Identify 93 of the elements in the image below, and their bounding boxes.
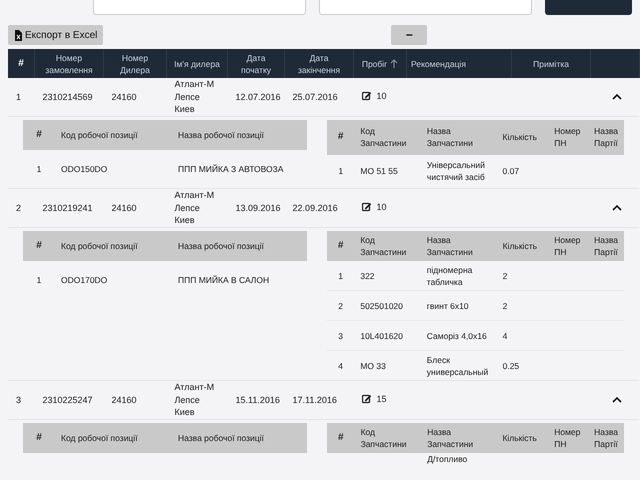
collapse-button[interactable]: − [391, 25, 428, 45]
table-cell: Атлант-М Лепсе Киев [166, 78, 228, 116]
mileage-value: 15 [376, 392, 387, 406]
column-header: Код Запчастини [354, 120, 421, 155]
table-cell: 1 [327, 261, 354, 290]
table-cell: 322 [354, 261, 421, 290]
table-cell: 2310214569 [34, 78, 104, 116]
file-icon [14, 30, 22, 40]
column-header: Назва Запчастини [421, 423, 496, 453]
column-header: Код Запчастини [354, 231, 421, 261]
table-cell: 17.11.2016 [284, 381, 354, 420]
table-cell: 0.07 [496, 154, 548, 188]
column-header: Назва робочої позиції [172, 423, 307, 453]
column-header: Номер ПН [548, 231, 588, 261]
column-header[interactable]: Дата початку [228, 49, 285, 78]
table-cell: 2 [327, 290, 354, 320]
column-header: Кількість [496, 423, 548, 453]
column-header: Назва робочої позиції [172, 231, 307, 261]
column-header[interactable]: Ім'я дилера [166, 49, 228, 78]
table-cell: Саморіз 4,0x16 [420, 320, 497, 350]
table-cell: ODO150DO [55, 150, 172, 188]
table-cell: ODO170DO [55, 261, 172, 299]
table-cell: 15.11.2016 [228, 381, 285, 420]
column-header: Назва Запчастини [420, 231, 497, 261]
table-cell: 24160 [104, 189, 166, 228]
column-header[interactable]: Номер Дилера [104, 49, 166, 78]
table-cell: 4 [496, 320, 548, 350]
column-header: # [327, 231, 354, 261]
column-header: Код робочої позиції [55, 120, 172, 150]
table-cell: 1 [23, 150, 55, 188]
table-cell: 25.07.2016 [284, 78, 354, 116]
table-cell: 0.25 [496, 350, 548, 380]
table-cell: 10L401620 [354, 320, 421, 350]
table-cell: 2310219241 [34, 189, 104, 228]
table-cell: 12.07.2016 [228, 78, 285, 116]
column-header: # [23, 231, 55, 261]
table-cell: Атлант-М Лепсе Киев [166, 381, 228, 420]
table-cell: 24160 [104, 78, 166, 116]
table-cell: Атлант-М Лепсе Киев [166, 189, 228, 228]
table-cell: 13.09.2016 [228, 189, 285, 228]
column-header[interactable]: # [8, 49, 34, 78]
table-cell: 22.09.2016 [284, 189, 354, 228]
column-header: # [327, 423, 355, 453]
column-header[interactable]: Дата закінчення [284, 49, 354, 78]
column-header: Назва Партії [588, 423, 624, 453]
collapse-chevron-icon[interactable] [612, 396, 622, 403]
column-header: Код Запчастини [354, 423, 422, 453]
column-header: Код робочої позиції [55, 423, 172, 453]
table-cell: ППП МИЙКА З АВТОВОЗА [172, 150, 307, 188]
table-cell: підномерна табличка [420, 261, 497, 290]
table-cell: MO 33 [354, 350, 421, 380]
table-cell: MO 51 55 [354, 154, 421, 188]
table-cell: 2 [496, 261, 548, 290]
column-header: Код робочої позиції [55, 231, 172, 261]
sort-arrow-icon [390, 58, 398, 68]
column-header: # [23, 423, 55, 453]
table-cell: 2 [8, 189, 34, 228]
table-cell: Універсальний чистячий засіб [420, 154, 497, 188]
column-header: Номер ПН [548, 423, 588, 453]
column-header: Назва Партії [588, 231, 624, 261]
table-cell: 2 [496, 290, 548, 320]
column-header: # [327, 120, 354, 155]
column-header[interactable]: Рекомендація [406, 49, 512, 78]
table-cell: 1 [8, 78, 34, 116]
table-cell: 2310225247 [34, 381, 104, 420]
edit-icon [362, 394, 372, 404]
column-header: Кількість [496, 231, 548, 261]
column-header: Номер ПН [548, 120, 588, 155]
table-cell: гвинт 6x10 [420, 290, 497, 320]
mileage-value: 10 [376, 90, 387, 102]
table-cell: 24160 [104, 381, 166, 420]
table-cell: 4 [327, 350, 354, 380]
table-cell: 1 [327, 154, 354, 188]
table-cell: 3 [8, 381, 34, 420]
column-header: Назва Партії [588, 120, 624, 155]
collapse-chevron-icon[interactable] [612, 94, 622, 100]
table-cell: 502501020 [354, 290, 421, 320]
mileage-value: 10 [376, 200, 387, 214]
edit-icon [362, 202, 372, 212]
table-cell: 3 [327, 320, 354, 350]
table-cell: Блеск универсальный [420, 350, 497, 380]
column-header[interactable]: Номер замовлення [34, 49, 104, 78]
edit-icon [362, 90, 372, 101]
column-header: Кількість [496, 120, 548, 155]
column-header: # [23, 120, 55, 150]
column-header: Назва Запчастини [420, 120, 497, 155]
table-cell: ППП МИЙКА В САЛОН [172, 261, 307, 299]
table-cell: Д/топливо [421, 453, 496, 480]
column-header[interactable]: Примітка [512, 49, 591, 78]
column-header: Назва робочої позиції [172, 120, 307, 150]
table-cell: 1 [23, 261, 55, 299]
export-button[interactable]: Експорт в Excel [8, 25, 104, 45]
collapse-chevron-icon[interactable] [612, 204, 622, 211]
